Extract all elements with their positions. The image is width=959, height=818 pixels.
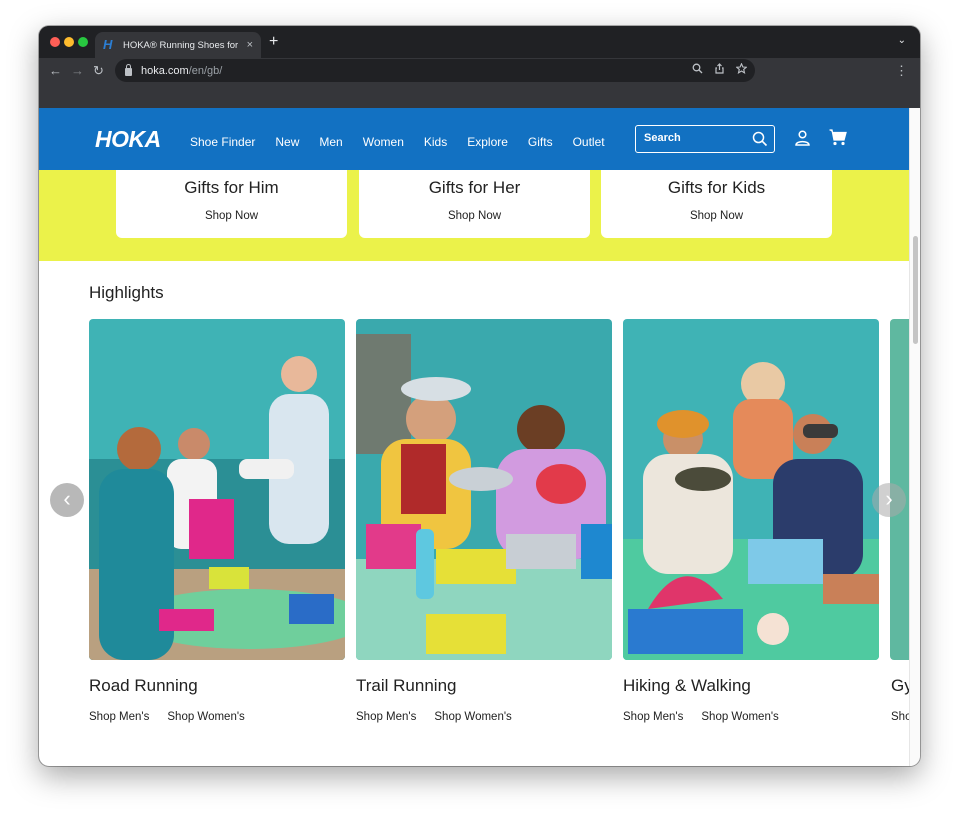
browser-toolbar: ← → ↻ hoka.com/en/gb/ ⋮ bbox=[39, 58, 920, 84]
shop-mens-link[interactable]: Shop Men's bbox=[356, 711, 416, 723]
tab-search-chevron-icon[interactable]: ⌄ bbox=[898, 35, 906, 46]
browser-tab[interactable]: H HOKA® Running Shoes for Me × bbox=[95, 32, 261, 58]
scrollbar-thumb[interactable] bbox=[913, 236, 918, 344]
url-host: hoka.com bbox=[141, 64, 189, 77]
search-box bbox=[635, 125, 775, 153]
search-input[interactable] bbox=[644, 132, 744, 144]
lock-icon bbox=[125, 63, 132, 76]
page-viewport: HOKA Shoe Finder New Men Women Kids Expl… bbox=[39, 108, 920, 766]
close-window-button[interactable] bbox=[50, 37, 60, 47]
shop-womens-link[interactable]: Shop Women's bbox=[434, 711, 511, 723]
nav-shoe-finder[interactable]: Shoe Finder bbox=[190, 135, 255, 149]
carousel-prev-button[interactable]: ‹ bbox=[50, 483, 84, 517]
card-title: Trail Running bbox=[356, 676, 457, 695]
shop-womens-link[interactable]: Shop Women's bbox=[167, 711, 244, 723]
hoka-favicon-icon: H bbox=[103, 37, 113, 52]
zoom-icon[interactable] bbox=[692, 63, 703, 74]
gift-card-her[interactable]: Gifts for Her Shop Now bbox=[359, 170, 590, 238]
nav-men[interactable]: Men bbox=[319, 135, 342, 149]
site-header: HOKA Shoe Finder New Men Women Kids Expl… bbox=[39, 108, 909, 170]
main-nav: Shoe Finder New Men Women Kids Explore G… bbox=[190, 135, 625, 149]
trail-running-image[interactable] bbox=[356, 319, 612, 660]
card-title: Hiking & Walking bbox=[623, 676, 751, 695]
new-tab-button[interactable]: + bbox=[269, 34, 278, 50]
nav-kids[interactable]: Kids bbox=[424, 135, 447, 149]
cart-icon[interactable] bbox=[829, 129, 847, 146]
gift-card-kids[interactable]: Gifts for Kids Shop Now bbox=[601, 170, 832, 238]
card-title: Road Running bbox=[89, 676, 198, 695]
highlight-card-road-running: Road Running Shop Men's Shop Women's bbox=[89, 319, 345, 723]
shop-now-link[interactable]: Shop Now bbox=[601, 210, 832, 222]
tab-title: HOKA® Running Shoes for Me bbox=[122, 39, 241, 51]
back-arrow-icon[interactable]: ← bbox=[49, 63, 62, 79]
browser-menu-icon[interactable]: ⋮ bbox=[895, 63, 908, 79]
gift-guide-band: Gifts for Him Shop Now Gifts for Her Sho… bbox=[39, 170, 909, 261]
nav-new[interactable]: New bbox=[275, 135, 299, 149]
nav-women[interactable]: Women bbox=[363, 135, 404, 149]
nav-explore[interactable]: Explore bbox=[467, 135, 508, 149]
url-path: /en/gb/ bbox=[188, 64, 223, 77]
close-tab-icon[interactable]: × bbox=[247, 39, 253, 51]
gift-card-him[interactable]: Gifts for Him Shop Now bbox=[116, 170, 347, 238]
gift-card-title: Gifts for Her bbox=[428, 178, 521, 197]
minimize-window-button[interactable] bbox=[64, 37, 74, 47]
carousel-next-button[interactable]: › bbox=[872, 483, 906, 517]
address-bar[interactable]: hoka.com/en/gb/ bbox=[115, 59, 755, 82]
search-icon[interactable] bbox=[752, 131, 768, 147]
gift-card-title: Gifts for Him bbox=[184, 178, 279, 197]
shop-mens-link[interactable]: Shop Men's bbox=[623, 711, 683, 723]
share-icon[interactable] bbox=[714, 63, 725, 74]
browser-window: H HOKA® Running Shoes for Me × + ⌄ ← → ↻… bbox=[39, 26, 920, 766]
nav-outlet[interactable]: Outlet bbox=[573, 135, 605, 149]
reload-icon[interactable]: ↻ bbox=[93, 63, 104, 79]
hoka-logo[interactable]: HOKA bbox=[95, 126, 161, 153]
shop-now-link[interactable]: Shop Now bbox=[116, 210, 347, 222]
nav-gifts[interactable]: Gifts bbox=[528, 135, 553, 149]
gift-card-title: Gifts for Kids bbox=[667, 178, 766, 197]
bookmark-star-icon[interactable] bbox=[736, 63, 747, 74]
shop-mens-link[interactable]: Shop Men's bbox=[89, 711, 149, 723]
shop-now-link[interactable]: Shop Now bbox=[359, 210, 590, 222]
page-scrollbar[interactable] bbox=[909, 108, 920, 766]
hiking-walking-image[interactable] bbox=[623, 319, 879, 660]
highlight-card-hiking-walking: Hiking & Walking Shop Men's Shop Women's bbox=[623, 319, 879, 723]
account-icon[interactable] bbox=[795, 130, 810, 146]
toolbar-spacer bbox=[39, 84, 920, 108]
highlight-card-trail-running: Trail Running Shop Men's Shop Women's bbox=[356, 319, 612, 723]
tab-bar: H HOKA® Running Shoes for Me × + ⌄ bbox=[39, 26, 920, 58]
forward-arrow-icon[interactable]: → bbox=[71, 63, 84, 79]
maximize-window-button[interactable] bbox=[78, 37, 88, 47]
shop-womens-link[interactable]: Shop Women's bbox=[701, 711, 778, 723]
road-running-image[interactable] bbox=[89, 319, 345, 660]
highlights-heading: Highlights bbox=[89, 283, 164, 302]
